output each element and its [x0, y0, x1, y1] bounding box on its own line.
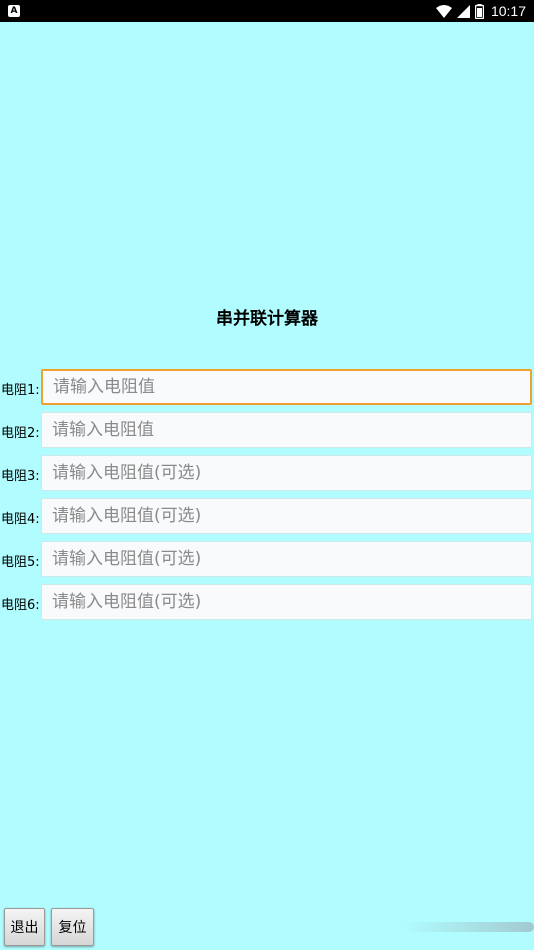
- signal-icon: [456, 4, 470, 18]
- resistor-input-2[interactable]: [41, 412, 532, 448]
- status-bar: A 10:17: [0, 0, 534, 22]
- resistor-input-6[interactable]: [41, 584, 532, 620]
- resistor-label-5: 电阻5:: [1, 555, 40, 570]
- resistor-input-1[interactable]: [41, 369, 532, 405]
- exit-button[interactable]: 退出: [4, 908, 45, 946]
- resistor-row-2: 电阻2:: [0, 412, 534, 450]
- notification-icon: A: [8, 5, 20, 17]
- resistor-input-3[interactable]: [41, 455, 532, 491]
- gesture-hint: [404, 922, 534, 932]
- resistor-label-1: 电阻1:: [1, 383, 40, 398]
- resistor-label-4: 电阻4:: [1, 512, 40, 527]
- resistor-row-1: 电阻1:: [0, 369, 534, 407]
- status-time: 10:17: [490, 3, 526, 19]
- resistor-row-6: 电阻6:: [0, 584, 534, 622]
- page-title: 串并联计算器: [216, 309, 318, 329]
- resistor-input-4[interactable]: [41, 498, 532, 534]
- battery-icon: [474, 3, 484, 19]
- resistor-row-5: 电阻5:: [0, 541, 534, 579]
- notification-icon-letter: A: [10, 5, 18, 16]
- status-right: 10:17: [435, 0, 526, 22]
- resistor-label-3: 电阻3:: [1, 469, 40, 484]
- resistor-row-3: 电阻3:: [0, 455, 534, 493]
- resistor-input-5[interactable]: [41, 541, 532, 577]
- wifi-icon: [435, 4, 452, 18]
- resistor-label-2: 电阻2:: [1, 426, 40, 441]
- resistor-row-4: 电阻4:: [0, 498, 534, 536]
- reset-button[interactable]: 复位: [51, 908, 94, 946]
- resistor-label-6: 电阻6:: [1, 598, 40, 613]
